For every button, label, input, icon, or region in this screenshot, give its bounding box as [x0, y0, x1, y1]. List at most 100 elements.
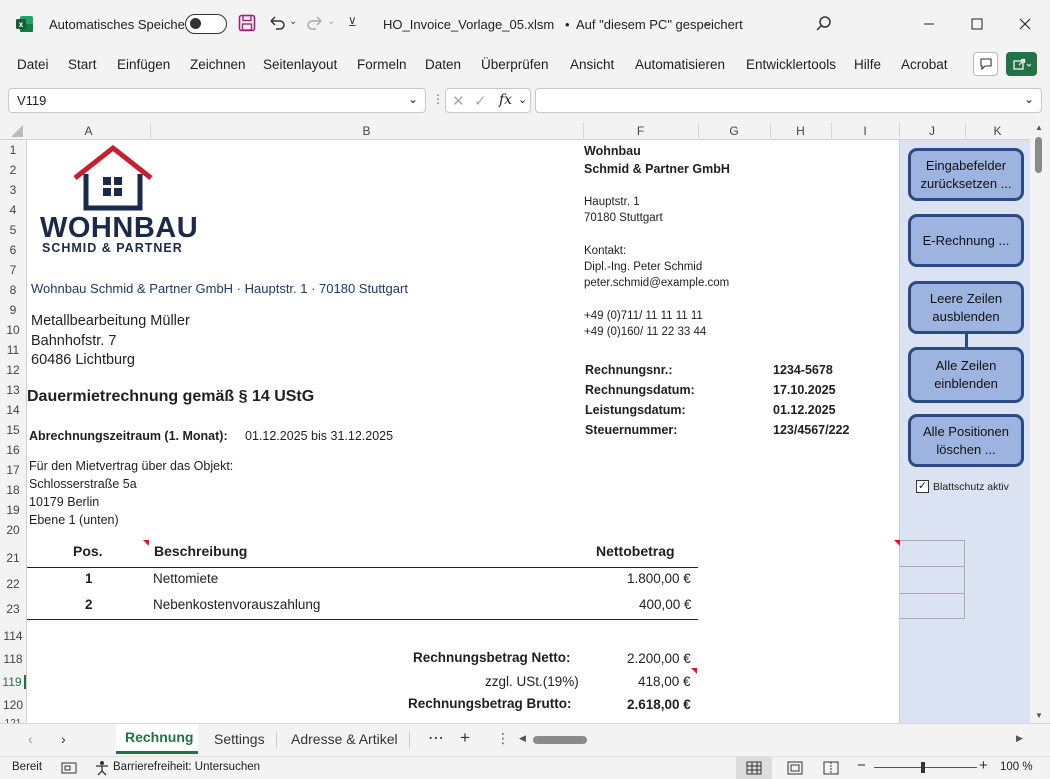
undo-icon[interactable] — [267, 14, 287, 35]
row-header[interactable]: 3 — [0, 183, 26, 197]
accessibility-status[interactable]: Barrierefreiheit: Untersuchen — [113, 761, 260, 773]
zoom-in-icon[interactable]: + — [979, 757, 988, 774]
row-header[interactable]: 118 — [0, 652, 26, 666]
tab-rechnung[interactable]: Rechnung — [116, 724, 198, 754]
menu-entwicklertools[interactable]: Entwicklertools — [746, 57, 836, 72]
column-header-h[interactable]: H — [770, 124, 831, 138]
row-header[interactable]: 7 — [0, 263, 26, 277]
comment-indicator[interactable] — [691, 668, 697, 674]
column-header-j[interactable]: J — [899, 124, 965, 138]
column-header-i[interactable]: I — [831, 124, 899, 138]
menu-seitenlayout[interactable]: Seitenlayout — [263, 57, 337, 72]
prev-sheet-icon[interactable]: ‹ — [28, 731, 33, 747]
accessibility-icon[interactable] — [94, 760, 110, 779]
row-header[interactable]: 20 — [0, 523, 26, 537]
tab-adresse-artikel[interactable]: Adresse & Artikel — [291, 731, 398, 747]
chevron-down-icon[interactable]: ⌄ — [703, 15, 713, 29]
row-header[interactable]: 5 — [0, 223, 26, 237]
maximize-icon[interactable] — [954, 0, 1000, 48]
name-box[interactable]: V119 — [8, 88, 426, 113]
row-header[interactable]: 23 — [0, 602, 26, 616]
menu-automatisieren[interactable]: Automatisieren — [635, 57, 725, 72]
column-header-f[interactable]: F — [583, 124, 698, 138]
row-header[interactable]: 8 — [0, 283, 26, 297]
more-options-icon[interactable]: ⋮ — [432, 92, 444, 106]
menu-ueberpruefen[interactable]: Überprüfen — [481, 57, 549, 72]
zoom-level[interactable]: 100 % — [1000, 761, 1033, 773]
sheet-protection-checkbox[interactable]: ✓ — [916, 480, 929, 493]
insert-function-icon[interactable]: fx — [499, 92, 512, 108]
page-layout-view-icon[interactable] — [787, 761, 803, 778]
column-header-k[interactable]: K — [965, 124, 1030, 138]
row-header[interactable]: 10 — [0, 323, 26, 337]
e-invoice-button[interactable]: E-Rechnung ... — [908, 214, 1024, 267]
delete-all-positions-button[interactable]: Alle Positionen löschen ... — [908, 414, 1024, 467]
row-header[interactable]: 12 — [0, 363, 26, 377]
save-location[interactable]: Auf "diesem PC" gespeichert — [576, 17, 743, 32]
expand-formula-bar-icon[interactable]: ⌄ — [1024, 92, 1034, 106]
undo-dropdown-icon[interactable]: ⌄ — [289, 16, 297, 27]
menu-ansicht[interactable]: Ansicht — [570, 57, 614, 72]
vertical-scrollbar[interactable]: ▲ ▼ — [1030, 121, 1050, 723]
row-header[interactable]: 2 — [0, 163, 26, 177]
column-header-b[interactable]: B — [150, 124, 583, 138]
menu-hilfe[interactable]: Hilfe — [854, 57, 881, 72]
row-header[interactable]: 16 — [0, 443, 26, 457]
row-header[interactable]: 1 — [0, 143, 26, 157]
horizontal-scroll-thumb[interactable] — [533, 736, 587, 744]
worksheet[interactable]: WOHNBAU SCHMID & PARTNER Wohnbau Schmid … — [27, 140, 899, 723]
vertical-scroll-thumb[interactable] — [1035, 137, 1042, 173]
workbook-stats-icon[interactable] — [61, 761, 77, 778]
fx-dropdown-icon[interactable]: ⌄ — [518, 93, 527, 106]
menu-start[interactable]: Start — [68, 57, 97, 72]
save-icon[interactable] — [238, 14, 256, 35]
tab-options-icon[interactable]: ⋮ — [496, 730, 510, 747]
hide-empty-rows-button[interactable]: Leere Zeilen ausblenden — [908, 281, 1024, 334]
autosave-toggle[interactable] — [185, 14, 227, 34]
row-header[interactable]: 6 — [0, 243, 26, 257]
reset-fields-button[interactable]: Eingabefelder zurücksetzen ... — [908, 148, 1024, 201]
select-all-corner[interactable] — [0, 121, 27, 140]
tab-settings[interactable]: Settings — [214, 731, 265, 747]
normal-view-button[interactable] — [736, 757, 772, 779]
row-header[interactable]: 13 — [0, 383, 26, 397]
column-header-a[interactable]: A — [27, 124, 150, 138]
more-sheets-icon[interactable]: ⋯ — [428, 728, 444, 748]
row-header[interactable]: 18 — [0, 483, 26, 497]
row-header[interactable]: 4 — [0, 203, 26, 217]
row-header[interactable]: 21 — [0, 551, 26, 565]
menu-einfuegen[interactable]: Einfügen — [117, 57, 170, 72]
name-box-dropdown-icon[interactable]: ⌄ — [408, 92, 418, 106]
menu-acrobat[interactable]: Acrobat — [901, 57, 948, 72]
redo-dropdown-icon[interactable]: ⌄ — [327, 16, 335, 27]
row-header[interactable]: 15 — [0, 423, 26, 437]
cancel-entry-icon[interactable]: ✕ — [452, 92, 465, 110]
zoom-out-icon[interactable]: − — [857, 757, 866, 774]
customize-toolbar-icon[interactable]: ⊻ — [348, 15, 357, 29]
zoom-slider-thumb[interactable] — [921, 762, 925, 773]
search-icon[interactable] — [815, 15, 833, 36]
row-header[interactable]: 22 — [0, 577, 26, 591]
row-header-selected[interactable]: 119 — [0, 675, 26, 689]
formula-input[interactable] — [535, 88, 1042, 113]
share-icon[interactable] — [1006, 52, 1037, 76]
redo-icon[interactable] — [305, 14, 325, 35]
column-header-g[interactable]: G — [698, 124, 770, 138]
next-sheet-icon[interactable]: › — [61, 731, 66, 747]
menu-formeln[interactable]: Formeln — [357, 57, 407, 72]
row-header[interactable]: 14 — [0, 403, 26, 417]
horizontal-scrollbar[interactable]: ◀ ▶ — [516, 732, 1029, 748]
close-icon[interactable] — [1002, 0, 1048, 48]
minimize-icon[interactable] — [906, 0, 952, 48]
comment-indicator[interactable] — [143, 540, 149, 546]
add-sheet-icon[interactable]: + — [460, 728, 470, 748]
menu-datei[interactable]: Datei — [17, 57, 49, 72]
menu-zeichnen[interactable]: Zeichnen — [190, 57, 246, 72]
row-header[interactable]: 19 — [0, 503, 26, 517]
row-header[interactable]: 9 — [0, 303, 26, 317]
zoom-slider[interactable] — [874, 767, 977, 768]
row-header[interactable]: 17 — [0, 463, 26, 477]
file-title[interactable]: HO_Invoice_Vorlage_05.xlsm — [383, 17, 554, 32]
row-header[interactable]: 11 — [0, 343, 26, 357]
row-header[interactable]: 114 — [0, 629, 26, 643]
